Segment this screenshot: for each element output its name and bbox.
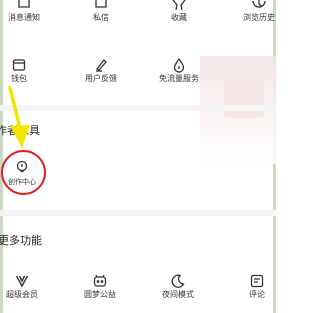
more-features-title: 更多功能 xyxy=(0,234,42,247)
annotation-yellow-arrow xyxy=(0,86,40,156)
feedback-entry[interactable]: 用户反馈 xyxy=(69,57,133,97)
super-member-label: 超级会员 xyxy=(6,290,38,299)
free-data-label: 免流量服务 xyxy=(159,74,199,83)
more-features-row: 超级会员 圆梦公益 夜间模式 评论 xyxy=(0,273,276,313)
notifications-label: 消息通知 xyxy=(8,13,40,22)
comments-entry[interactable]: 评论 xyxy=(225,273,289,313)
water-drop-icon xyxy=(171,57,187,73)
charity-entry[interactable]: 圆梦公益 xyxy=(68,273,132,313)
charity-box-icon xyxy=(92,273,108,289)
super-member-entry[interactable]: 超级会员 xyxy=(0,273,54,313)
comments-label: 评论 xyxy=(249,290,265,299)
top-icon-row: 消息通知 私信 收藏 浏览历史 xyxy=(0,0,276,36)
star-icon xyxy=(171,0,187,12)
night-mode-label: 夜间模式 xyxy=(162,290,194,299)
history-entry[interactable]: 浏览历史 xyxy=(227,0,291,36)
private-message-entry[interactable]: 私信 xyxy=(69,0,133,36)
second-icon-row: 钱包 用户反馈 免流量服务 xyxy=(0,57,276,97)
section-divider-2 xyxy=(0,210,276,216)
section-divider xyxy=(0,105,276,111)
history-label: 浏览历史 xyxy=(243,13,275,22)
night-mode-entry[interactable]: 夜间模式 xyxy=(146,273,210,313)
feedback-pen-icon xyxy=(93,57,109,73)
message-icon xyxy=(93,0,109,12)
comment-icon xyxy=(249,273,265,289)
free-data-entry[interactable]: 免流量服务 xyxy=(147,57,211,97)
wallet-label: 钱包 xyxy=(11,74,27,83)
annotation-red-circle xyxy=(1,150,46,195)
bell-icon xyxy=(16,0,32,12)
favorites-entry[interactable]: 收藏 xyxy=(147,0,211,36)
private-message-label: 私信 xyxy=(93,13,109,22)
clock-icon xyxy=(251,0,267,12)
wallet-icon xyxy=(11,57,27,73)
favorites-label: 收藏 xyxy=(171,13,187,22)
notifications-entry[interactable]: 消息通知 xyxy=(0,0,56,36)
vip-v-icon xyxy=(14,273,30,289)
charity-label: 圆梦公益 xyxy=(84,290,116,299)
feedback-label: 用户反馈 xyxy=(85,74,117,83)
moon-icon xyxy=(170,273,186,289)
